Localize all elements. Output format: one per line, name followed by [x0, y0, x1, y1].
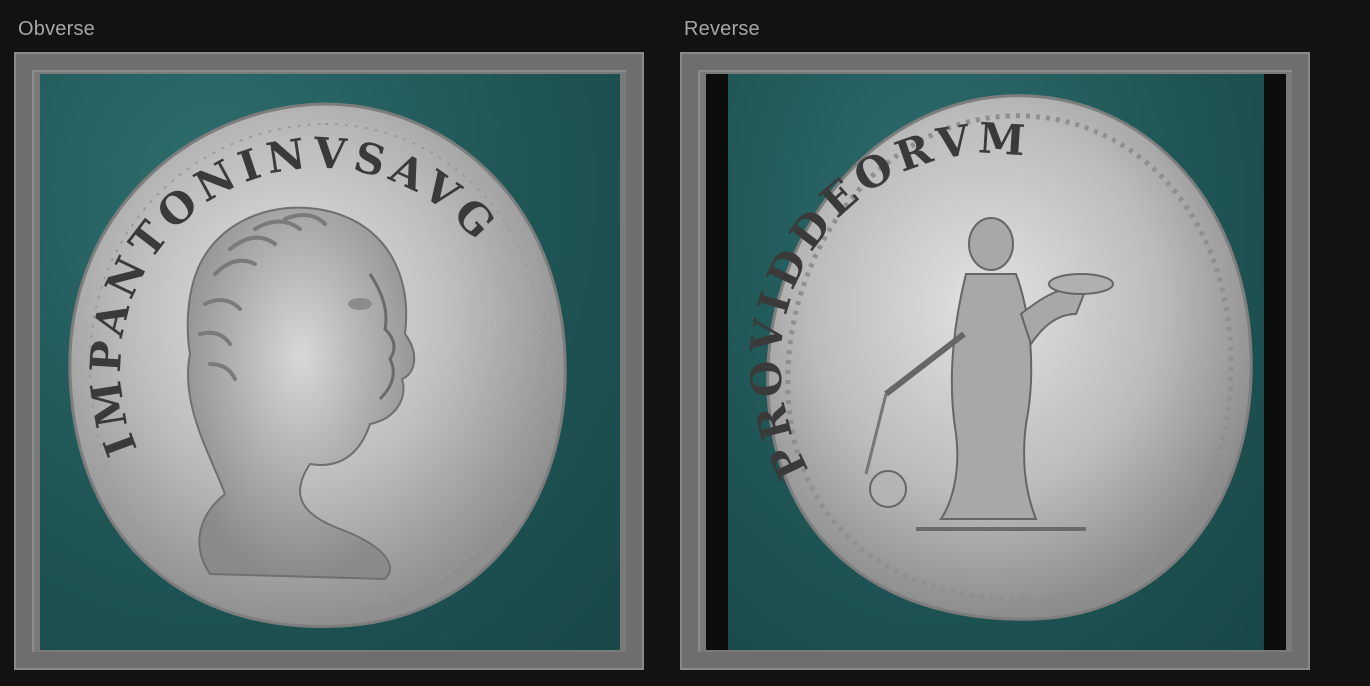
reverse-frame-inner: PROVIDDEORVM	[698, 70, 1292, 652]
obverse-coin-image: IMPANTONINVSAVG	[68, 102, 567, 628]
obverse-caption: Obverse	[18, 18, 95, 40]
obverse-coin-photo[interactable]: IMPANTONINVSAVG	[40, 74, 620, 650]
reverse-panel: Reverse PROVIDDEORVM	[680, 0, 1320, 686]
obverse-panel: Obverse IMPANTONINVSAVG	[14, 0, 654, 686]
reverse-frame: PROVIDDEORVM	[680, 52, 1310, 670]
obverse-frame-inner: IMPANTONINVSAVG	[32, 70, 626, 652]
obverse-frame: IMPANTONINVSAVG	[14, 52, 644, 670]
reverse-caption: Reverse	[684, 18, 760, 40]
reverse-coin-photo[interactable]: PROVIDDEORVM	[706, 74, 1286, 650]
reverse-coin-image: PROVIDDEORVM	[741, 94, 1253, 621]
reverse-globe	[869, 470, 907, 508]
